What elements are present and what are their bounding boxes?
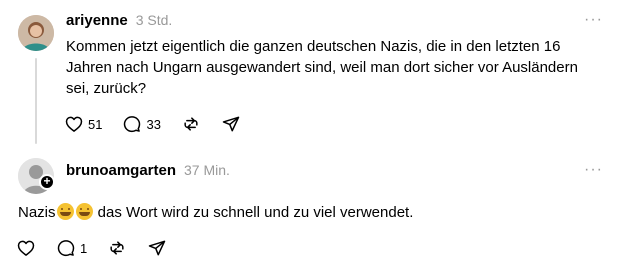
post-header: brunoamgarten 37 Min. xyxy=(66,162,230,179)
reply-count: 1 xyxy=(80,240,88,256)
laughing-emoji-icon xyxy=(56,203,74,220)
share-button[interactable] xyxy=(221,114,241,134)
send-icon xyxy=(148,240,166,256)
thread-post: + brunoamgarten 37 Min. ··· Nazis das Wo… xyxy=(0,150,619,266)
like-count: 51 xyxy=(88,116,103,132)
more-options-button[interactable]: ··· xyxy=(584,12,603,28)
thread-post: ariyenne 3 Std. ··· Kommen jetzt eigentl… xyxy=(0,0,619,150)
comment-icon xyxy=(57,240,75,257)
like-button[interactable] xyxy=(16,238,36,258)
post-text-after: das Wort wird zu schnell und zu viel ver… xyxy=(93,204,414,221)
reply-button[interactable]: 1 xyxy=(56,238,87,258)
avatar[interactable] xyxy=(18,15,54,51)
repost-button[interactable] xyxy=(107,238,127,258)
post-text-before: Nazis xyxy=(18,204,56,221)
follow-badge[interactable]: + xyxy=(39,174,55,190)
repost-icon xyxy=(110,241,124,255)
laughing-emoji-icon xyxy=(75,203,93,220)
username[interactable]: brunoamgarten xyxy=(66,162,176,179)
timestamp: 37 Min. xyxy=(184,162,230,178)
timestamp: 3 Std. xyxy=(135,12,173,28)
more-options-button[interactable]: ··· xyxy=(584,162,603,178)
post-header: ariyenne 3 Std. xyxy=(66,12,172,29)
action-bar: 1 xyxy=(16,238,187,258)
share-button[interactable] xyxy=(147,238,167,258)
heart-icon xyxy=(65,116,83,132)
like-button[interactable]: 51 xyxy=(64,114,102,134)
reply-count: 33 xyxy=(146,116,161,132)
send-icon xyxy=(222,116,240,132)
username[interactable]: ariyenne xyxy=(66,12,128,29)
comment-icon xyxy=(124,116,141,133)
action-bar: 51 33 xyxy=(64,114,261,134)
thread-line xyxy=(35,58,37,144)
post-text: Kommen jetzt eigentlich die ganzen deuts… xyxy=(66,38,578,97)
repost-icon xyxy=(184,117,198,131)
heart-icon xyxy=(17,240,35,256)
repost-button[interactable] xyxy=(181,114,201,134)
reply-button[interactable]: 33 xyxy=(122,114,161,134)
post-text: Nazis das Wort wird zu schnell und zu vi… xyxy=(18,202,598,223)
